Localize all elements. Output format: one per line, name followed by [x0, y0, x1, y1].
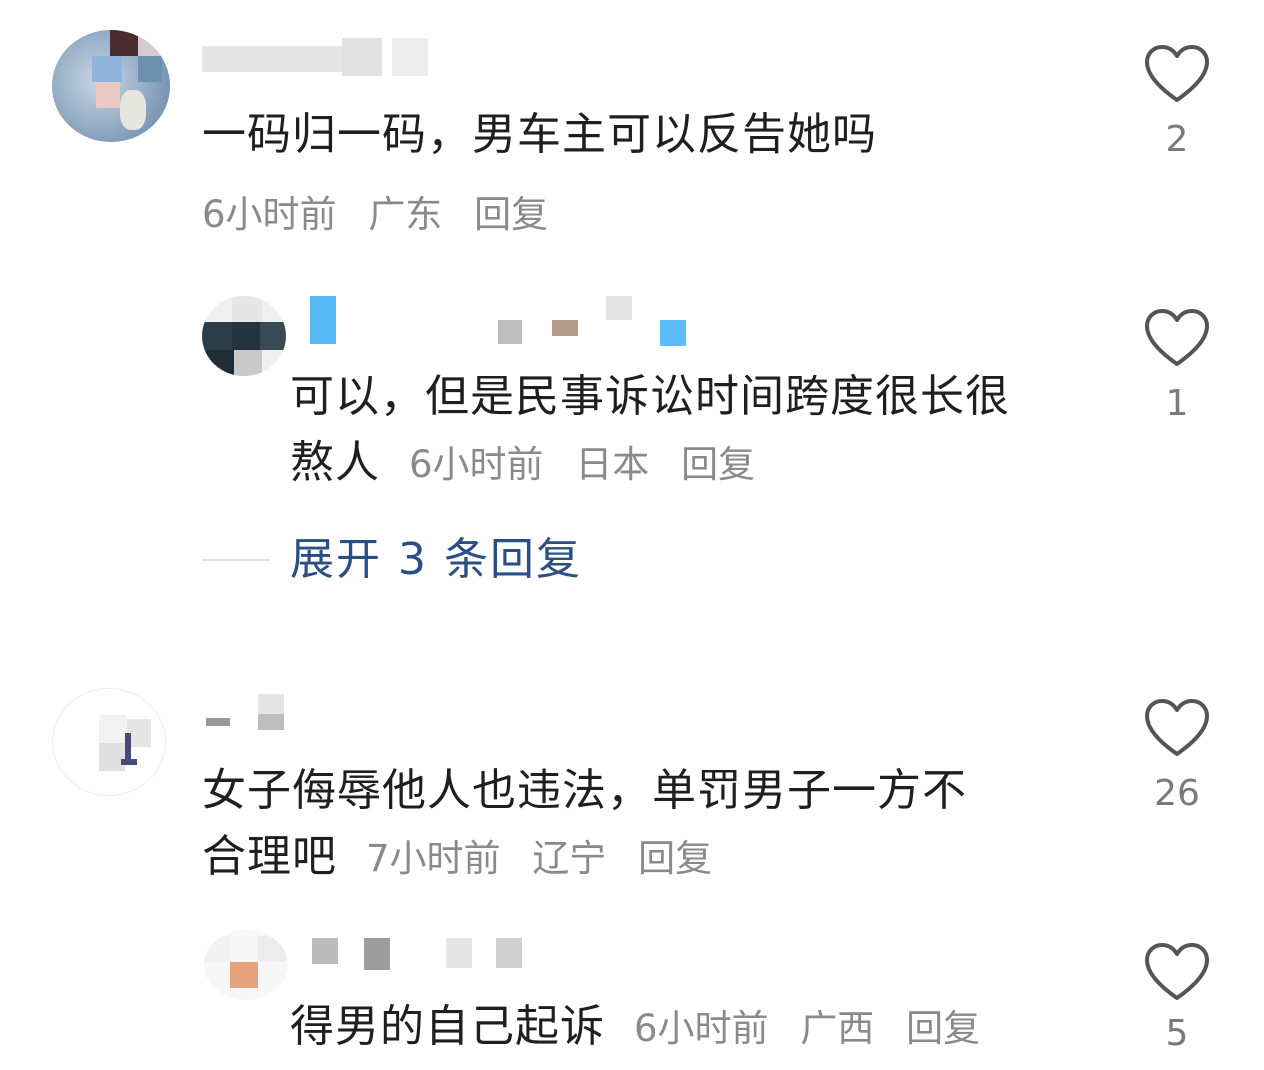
- comment-text: 一码归一码，男车主可以反告她吗: [202, 109, 877, 160]
- reply-location: 日本: [575, 443, 650, 486]
- reply-button[interactable]: 回复: [638, 837, 712, 880]
- reply-time: 6小时前: [634, 1007, 769, 1050]
- comment-text: 女子侮辱他人也违法，单罚男子一方不 合理吧 7小时前 辽宁 回复: [202, 758, 967, 892]
- reply-text-line: 可以，但是民事诉讼时间跨度很长很: [290, 371, 1010, 422]
- avatar[interactable]: [204, 930, 288, 1000]
- comment-time: 6小时前: [202, 193, 337, 236]
- reply-time: 6小时前: [409, 443, 544, 486]
- expand-divider: [202, 559, 270, 561]
- like-count: 5: [1165, 1013, 1189, 1054]
- avatar[interactable]: [202, 296, 286, 376]
- like-count: 2: [1165, 119, 1189, 160]
- comment-time: 7小时前: [366, 837, 501, 880]
- username[interactable]: [202, 38, 442, 78]
- like-count: 26: [1154, 773, 1200, 814]
- username[interactable]: [202, 694, 312, 738]
- reply-text-line2: 熬人 6小时前 日本 回复: [290, 430, 1010, 498]
- reply-text-content: 得男的自己起诉: [290, 1001, 605, 1052]
- username[interactable]: [298, 296, 698, 348]
- like-button[interactable]: 2: [1137, 44, 1217, 162]
- reply-button[interactable]: 回复: [906, 1007, 980, 1050]
- avatar[interactable]: [52, 30, 170, 142]
- like-button[interactable]: 26: [1137, 698, 1217, 816]
- comment-location: 辽宁: [532, 837, 607, 880]
- comment-text-end: 合理吧: [202, 831, 337, 882]
- heart-outline-icon: [1145, 699, 1209, 756]
- heart-outline-icon: [1145, 45, 1209, 102]
- comment-location: 广东: [368, 193, 443, 236]
- heart-outline-icon: [1145, 943, 1209, 1000]
- expand-replies-button[interactable]: 展开 3 条回复: [290, 530, 582, 590]
- heart-outline-icon: [1145, 309, 1209, 366]
- like-count: 1: [1165, 383, 1189, 424]
- reply-button[interactable]: 回复: [681, 443, 755, 486]
- username[interactable]: [296, 934, 536, 974]
- reply-button[interactable]: 回复: [474, 193, 548, 236]
- comment-text-line2: 合理吧 7小时前 辽宁 回复: [202, 824, 967, 892]
- reply-text: 可以，但是民事诉讼时间跨度很长很 熬人 6小时前 日本 回复: [290, 364, 1010, 498]
- reply-location: 广西: [800, 1007, 875, 1050]
- comment-meta: 6小时前 广东 回复: [202, 190, 568, 240]
- comment-text-line: 女子侮辱他人也违法，单罚男子一方不: [202, 765, 967, 816]
- avatar[interactable]: [52, 688, 166, 796]
- like-button[interactable]: 1: [1137, 308, 1217, 426]
- like-button[interactable]: 5: [1137, 942, 1217, 1056]
- reply-text-end: 熬人: [290, 437, 380, 488]
- reply-text: 得男的自己起诉 6小时前 广西 回复: [290, 994, 1000, 1062]
